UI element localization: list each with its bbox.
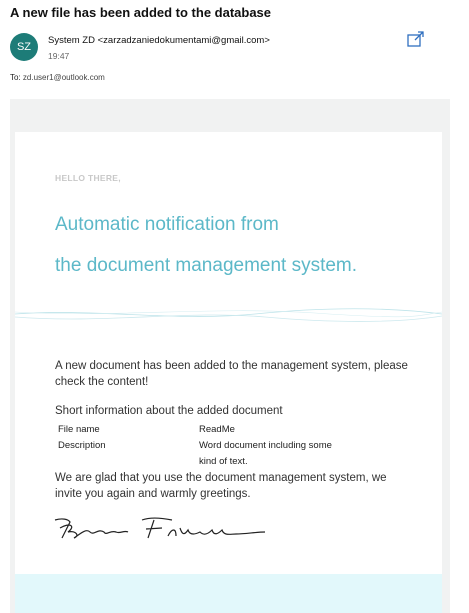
- sender-avatar[interactable]: SZ: [10, 33, 38, 61]
- document-info-table: File name ReadMe Description Word docume…: [58, 422, 339, 470]
- greeting: HELLO THERE,: [55, 173, 121, 183]
- open-in-new-window-icon[interactable]: [407, 31, 425, 47]
- to-label: To:: [10, 73, 21, 82]
- avatar-initials: SZ: [16, 41, 32, 53]
- handwritten-signature: [54, 517, 266, 539]
- recipient-line: To: zd.user1@outlook.com: [10, 73, 105, 82]
- message-footer-band: [15, 574, 442, 613]
- info-row-file-name: File name ReadMe: [58, 422, 339, 438]
- recipient-address[interactable]: zd.user1@outlook.com: [23, 73, 105, 82]
- headline-line-2: the document management system.: [55, 255, 358, 276]
- decorative-wave-divider: [15, 308, 442, 322]
- headline-line-1: Automatic notification from: [55, 214, 279, 235]
- info-key: Description: [58, 440, 106, 451]
- short-info-title: Short information about the added docume…: [55, 405, 283, 417]
- message-card: [15, 132, 442, 574]
- info-value: Word document including some kind of tex…: [199, 440, 332, 467]
- sender-name[interactable]: System ZD <zarzadzaniedokumentami@gmail.…: [48, 35, 270, 46]
- info-key: File name: [58, 424, 100, 435]
- closing-paragraph: We are glad that you use the document ma…: [55, 472, 387, 500]
- sent-time: 19:47: [48, 51, 70, 61]
- email-subject: A new file has been added to the databas…: [10, 5, 272, 20]
- info-value: ReadMe: [199, 424, 235, 435]
- info-row-description: Description Word document including some…: [58, 438, 339, 470]
- notification-paragraph: A new document has been added to the man…: [55, 360, 408, 388]
